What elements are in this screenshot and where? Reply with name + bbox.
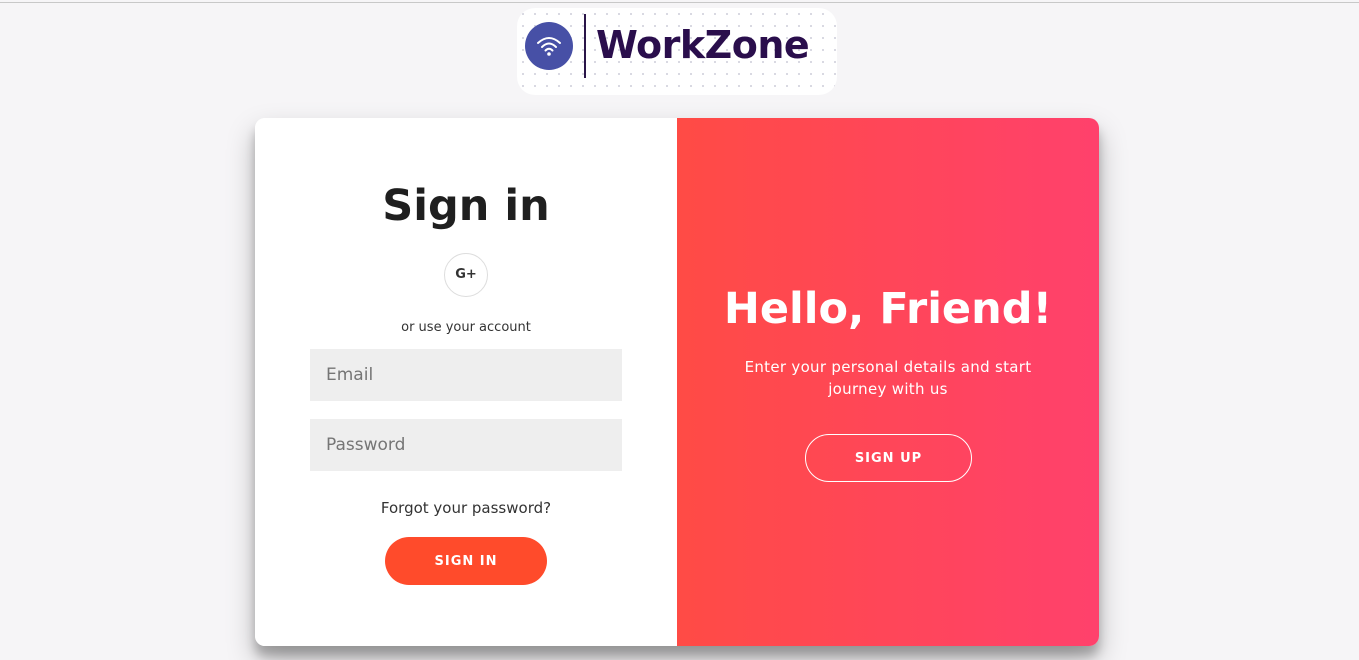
brand-name: WorkZone bbox=[596, 23, 810, 67]
alt-login-text: or use your account bbox=[401, 320, 531, 335]
logo-divider bbox=[584, 14, 586, 78]
email-input[interactable] bbox=[310, 349, 622, 401]
overlay-text: Enter your personal details and start jo… bbox=[744, 358, 1032, 398]
google-plus-icon: G+ bbox=[455, 267, 477, 282]
overlay-title: Hello, Friend! bbox=[723, 284, 1053, 334]
signin-title: Sign in bbox=[382, 181, 550, 231]
password-input[interactable] bbox=[310, 419, 622, 471]
forgot-password-link[interactable]: Forgot your password? bbox=[255, 499, 677, 517]
top-border bbox=[0, 2, 1359, 3]
google-plus-button[interactable]: G+ bbox=[444, 253, 488, 297]
brand-logo: WorkZone bbox=[517, 8, 837, 95]
wifi-icon bbox=[525, 22, 573, 70]
signin-panel: Sign in G+ or use your account Forgot yo… bbox=[255, 118, 677, 646]
sign-up-button[interactable]: SIGN UP bbox=[805, 434, 972, 482]
overlay-panel: Hello, Friend! Enter your personal detai… bbox=[677, 118, 1099, 646]
sign-in-button[interactable]: SIGN IN bbox=[385, 537, 547, 585]
auth-card: Sign in G+ or use your account Forgot yo… bbox=[255, 118, 1099, 646]
